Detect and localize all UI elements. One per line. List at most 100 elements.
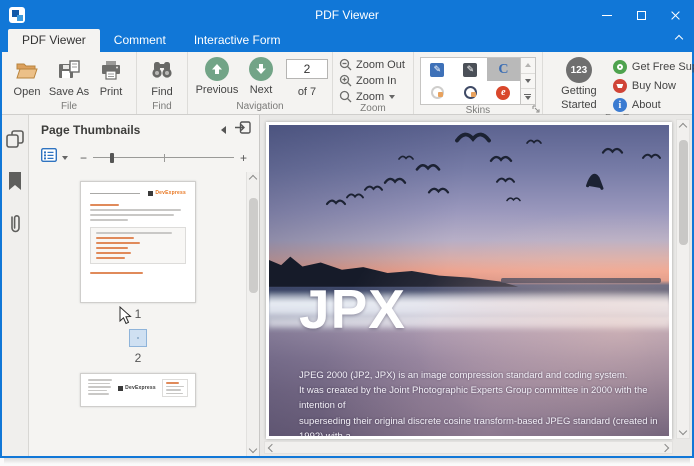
next-button[interactable]: Next	[242, 55, 280, 96]
dock-panel-icon[interactable]	[235, 121, 251, 139]
skin-office-light-icon	[431, 86, 444, 99]
slider-minus-label[interactable]: −	[80, 151, 87, 165]
page-number-input[interactable]: 2	[286, 59, 328, 79]
skin-dark[interactable]: ✎	[454, 58, 487, 81]
tab-interactive-form[interactable]: Interactive Form	[180, 29, 295, 52]
scroll-down-icon[interactable]	[679, 427, 687, 435]
open-button[interactable]: Open	[6, 55, 48, 98]
triangle-up-icon	[525, 63, 531, 67]
document-horizontal-scrollbar[interactable]	[264, 441, 673, 454]
zoom-in-button[interactable]: Zoom In	[339, 74, 405, 87]
devexpress-logo: DevExpress	[148, 190, 186, 196]
ribbon-group-zoom: Zoom Out Zoom In Zoom Zoom	[333, 52, 414, 114]
pdf-viewer-window: PDF Viewer PDF Viewer Comment Interactiv…	[0, 0, 694, 458]
page-1-label: 1	[135, 303, 142, 329]
skin-bezier-selected[interactable]: C	[487, 58, 520, 81]
skin-blue[interactable]: ✎	[421, 58, 454, 81]
group-label-navigation: Navigation	[188, 101, 332, 114]
tab-pdf-viewer[interactable]: PDF Viewer	[8, 29, 100, 52]
buy-now-button[interactable]: Buy Now	[613, 79, 694, 93]
ribbon-group-file: Open Save As Print Fil	[2, 52, 137, 114]
content-area: Page Thumbnails −	[2, 115, 692, 456]
zoom-in-icon	[339, 74, 352, 87]
options-dropdown-arrow-icon[interactable]	[62, 156, 68, 160]
mouse-cursor	[119, 306, 132, 330]
buy-now-cart-icon	[613, 79, 627, 93]
skin-blue-icon: ✎	[430, 63, 444, 77]
thumbnail-options-button[interactable]	[41, 148, 57, 167]
scrollbar-thumb[interactable]	[679, 140, 688, 245]
skins-gallery: ✎ ✎ C e	[420, 57, 521, 105]
thumbnail-scrollbar[interactable]	[246, 172, 259, 456]
group-label-file: File	[2, 101, 136, 114]
getting-started-123-icon: 123	[566, 57, 592, 83]
navigation-sidebar	[2, 115, 29, 456]
find-button[interactable]: Find	[141, 55, 183, 98]
skin-office-red[interactable]: e	[487, 81, 520, 104]
document-view: JPX JPEG 2000 (JP2, JPX) is an image com…	[260, 115, 692, 456]
skin-office-dark[interactable]	[454, 81, 487, 104]
skin-office-light[interactable]	[421, 81, 454, 104]
get-free-support-button[interactable]: Get Free Support	[613, 60, 694, 74]
slider-handle[interactable]	[110, 153, 114, 163]
thumbnail-jpx-heading: JPX	[138, 338, 139, 339]
body-line: It was created by the Joint Photographic…	[299, 383, 669, 414]
slider-track[interactable]	[93, 152, 234, 164]
document-vertical-scrollbar[interactable]	[676, 119, 690, 439]
bookmarks-tab-icon[interactable]	[7, 172, 23, 195]
previous-button[interactable]: Previous	[192, 55, 242, 96]
ribbon-group-skins: ✎ ✎ C e	[414, 52, 543, 114]
zoom-menu-button[interactable]: Zoom	[339, 90, 405, 103]
pdf-page-2[interactable]: JPX JPEG 2000 (JP2, JPX) is an image com…	[266, 122, 672, 439]
panel-header: Page Thumbnails	[29, 115, 259, 144]
scrollbar-thumb[interactable]	[249, 198, 258, 293]
print-icon	[98, 57, 124, 83]
jpx-description: JPEG 2000 (JP2, JPX) is an image compres…	[299, 368, 669, 436]
zoom-out-icon	[339, 58, 352, 71]
gallery-scroll-up-button[interactable]	[521, 58, 535, 74]
panel-title: Page Thumbnails	[41, 123, 221, 137]
thumbnail-list: DevExpress	[29, 171, 247, 456]
slider-center-tick	[164, 154, 166, 162]
close-icon	[670, 10, 681, 21]
collapse-ribbon-button[interactable]	[676, 29, 682, 47]
thumbnail-page-2-selected[interactable]: JPX	[129, 329, 147, 347]
ribbon-tab-row: PDF Viewer Comment Interactive Form	[2, 28, 692, 52]
body-line: superseding their original discrete cosi…	[299, 414, 669, 436]
devexpress-logo: DevExpress	[118, 385, 156, 391]
zoom-out-button[interactable]: Zoom Out	[339, 58, 405, 71]
print-button[interactable]: Print	[90, 55, 132, 98]
page-2-label: 2	[135, 347, 142, 373]
skin-dark-icon: ✎	[463, 63, 477, 77]
save-as-button[interactable]: Save As	[48, 55, 90, 98]
gallery-scroll-down-button[interactable]	[521, 74, 535, 90]
page-thumbnails-tab-icon[interactable]	[5, 129, 25, 154]
dropdown-arrow-icon	[389, 95, 395, 99]
attachments-tab-icon[interactable]	[8, 213, 22, 240]
skin-office-dark-icon	[464, 86, 477, 99]
scroll-up-icon[interactable]	[679, 123, 687, 131]
beach-sunset-photo: JPX JPEG 2000 (JP2, JPX) is an image com…	[269, 125, 669, 436]
scroll-left-icon[interactable]	[268, 443, 276, 451]
ribbon-group-find: Find Find	[137, 52, 188, 114]
group-label-find: Find	[137, 101, 187, 114]
getting-started-button[interactable]: 123 Getting Started	[553, 57, 605, 113]
about-button[interactable]: i About	[613, 98, 694, 112]
scroll-up-icon[interactable]	[249, 175, 257, 183]
thumbnail-page-3[interactable]: DevExpress	[80, 373, 196, 407]
thumbnail-page-1[interactable]: DevExpress	[80, 181, 196, 303]
open-folder-icon	[14, 57, 40, 83]
gallery-expand-button[interactable]	[521, 89, 535, 104]
screen: PDF Viewer PDF Viewer Comment Interactiv…	[0, 0, 694, 466]
triangle-down-icon	[525, 79, 531, 83]
scroll-down-icon[interactable]	[249, 445, 257, 453]
collapse-panel-icon[interactable]	[221, 126, 226, 134]
tab-comment[interactable]: Comment	[100, 29, 180, 52]
save-as-icon	[56, 57, 82, 83]
ribbon: Open Save As Print Fil	[2, 52, 692, 115]
thumbnail-size-slider: − +	[80, 151, 247, 165]
page-count-label: of 7	[298, 86, 316, 98]
binoculars-icon	[149, 57, 175, 83]
slider-plus-label[interactable]: +	[240, 151, 247, 165]
scroll-right-icon[interactable]	[661, 443, 669, 451]
